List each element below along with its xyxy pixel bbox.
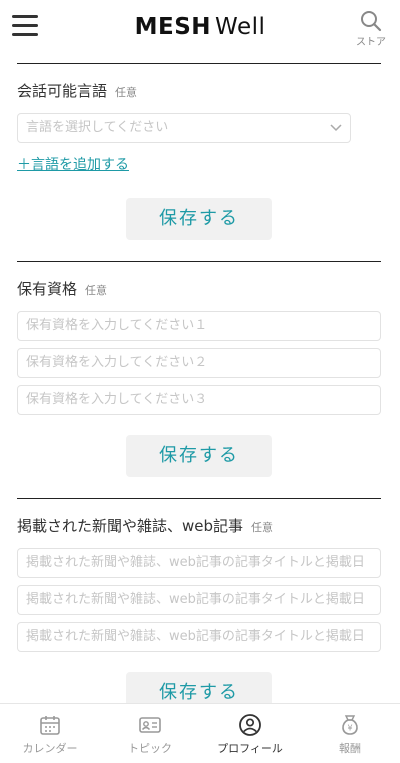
chevron-down-icon bbox=[330, 124, 342, 132]
save-qualification-button[interactable]: 保存する bbox=[126, 435, 272, 477]
id-card-icon bbox=[139, 717, 161, 733]
app-header: MESH Well ストア bbox=[0, 0, 400, 56]
optional-tag: 任意 bbox=[251, 521, 274, 534]
profile-icon bbox=[239, 714, 261, 736]
logo-light-text: Well bbox=[215, 14, 266, 40]
svg-text:¥: ¥ bbox=[347, 724, 352, 733]
media-input-3[interactable]: 掲載された新聞や雑誌、web記事の記事タイトルと掲載日 bbox=[17, 622, 381, 652]
store-label: ストア bbox=[356, 37, 386, 48]
tab-reward[interactable]: ¥ 報酬 bbox=[300, 704, 400, 763]
calendar-icon bbox=[40, 716, 60, 735]
app-logo[interactable]: MESH Well bbox=[0, 14, 400, 40]
qualification-section-title: 保有資格 任意 bbox=[17, 278, 107, 299]
tab-label: カレンダー bbox=[22, 742, 78, 755]
qualification-input-1[interactable]: 保有資格を入力してください１ bbox=[17, 311, 381, 341]
language-section-title: 会話可能言語 任意 bbox=[17, 80, 137, 101]
media-input-1[interactable]: 掲載された新聞や雑誌、web記事の記事タイトルと掲載日 bbox=[17, 548, 381, 578]
store-button[interactable]: ストア bbox=[354, 10, 388, 48]
tab-label: プロフィール bbox=[217, 742, 283, 755]
media-input-2[interactable]: 掲載された新聞や雑誌、web記事の記事タイトルと掲載日 bbox=[17, 585, 381, 615]
qualification-title: 保有資格 bbox=[17, 280, 78, 298]
logo-bold-text: MESH bbox=[134, 14, 212, 40]
tab-label: トピック bbox=[128, 742, 172, 755]
money-bag-icon: ¥ bbox=[342, 715, 358, 735]
save-language-button[interactable]: 保存する bbox=[126, 198, 272, 240]
tab-topic[interactable]: トピック bbox=[100, 704, 200, 763]
tab-calendar[interactable]: カレンダー bbox=[0, 704, 100, 763]
add-language-link[interactable]: ＋言語を追加する bbox=[17, 154, 129, 174]
language-select-placeholder: 言語を選択してください bbox=[26, 120, 169, 135]
optional-tag: 任意 bbox=[85, 284, 108, 297]
section-divider bbox=[17, 63, 381, 64]
qualification-input-2[interactable]: 保有資格を入力してください２ bbox=[17, 348, 381, 378]
search-icon bbox=[361, 11, 382, 32]
optional-tag: 任意 bbox=[115, 86, 138, 99]
language-title: 会話可能言語 bbox=[17, 82, 108, 100]
section-divider bbox=[17, 261, 381, 262]
media-section-title: 掲載された新聞や雑誌、web記事 任意 bbox=[17, 515, 273, 536]
tab-label: 報酬 bbox=[339, 742, 361, 755]
language-select[interactable]: 言語を選択してください bbox=[17, 113, 351, 143]
bottom-tab-bar: カレンダー トピック プロフィール ¥ 報酬 bbox=[0, 703, 400, 763]
media-title: 掲載された新聞や雑誌、web記事 bbox=[17, 517, 244, 535]
section-divider bbox=[17, 498, 381, 499]
tab-profile[interactable]: プロフィール bbox=[200, 704, 300, 763]
qualification-input-3[interactable]: 保有資格を入力してください３ bbox=[17, 385, 381, 415]
